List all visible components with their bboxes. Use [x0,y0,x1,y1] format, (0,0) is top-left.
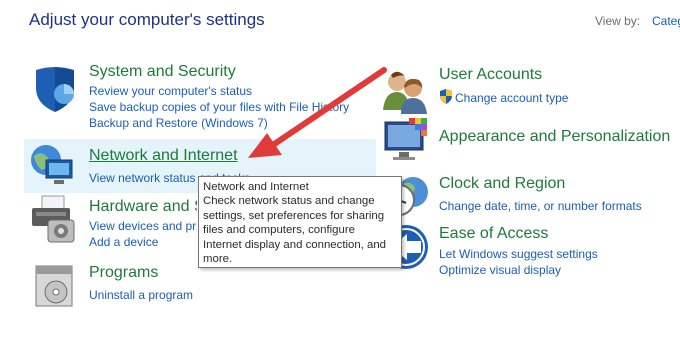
review-status-link[interactable]: Review your computer's status [89,83,252,99]
programs-disc-icon [32,262,82,317]
hardware-sound-title[interactable]: Hardware and Sound [89,197,197,217]
users-icon [381,66,431,121]
suggest-settings-link[interactable]: Let Windows suggest settings [439,246,598,262]
appearance-title[interactable]: Appearance and Personalization [439,127,670,147]
add-device-link[interactable]: Add a device [89,234,158,250]
uac-shield-icon [439,89,453,109]
network-tooltip: Network and Internet Check network statu… [198,176,402,268]
shield-icon [30,64,80,119]
tooltip-line: settings, set preferences for sharing [203,209,385,222]
tooltip-line: Internet display and connection, and [203,238,387,251]
uninstall-program-link[interactable]: Uninstall a program [89,287,193,303]
backup-restore-link[interactable]: Backup and Restore (Windows 7) [89,115,268,131]
optimize-display-link[interactable]: Optimize visual display [439,262,561,278]
ease-of-access-title[interactable]: Ease of Access [439,224,548,244]
clock-region-title[interactable]: Clock and Region [439,174,565,194]
page-title: Adjust your computer's settings [29,10,265,29]
monitor-palette-icon [381,116,431,171]
view-by-dropdown[interactable]: Categ [652,14,680,28]
printer-icon [28,194,78,249]
programs-title[interactable]: Programs [89,263,158,283]
view-by-label: View by: [595,14,641,28]
tooltip-line: Network and Internet [203,181,309,193]
system-security-title[interactable]: System and Security [89,62,236,82]
change-account-type-link[interactable]: Change account type [455,90,568,106]
file-history-link[interactable]: Save backup copies of your files with Fi… [89,99,349,115]
tooltip-line: files and computers, configure [203,224,355,237]
network-internet-title[interactable]: Network and Internet [89,146,238,166]
user-accounts-title[interactable]: User Accounts [439,65,542,85]
tooltip-line: Check network status and change [203,195,375,208]
view-devices-link[interactable]: View devices and printers [89,218,197,234]
tooltip-line: more. [203,253,233,266]
change-date-time-link[interactable]: Change date, time, or number formats [439,198,642,214]
network-globe-icon [28,140,78,195]
